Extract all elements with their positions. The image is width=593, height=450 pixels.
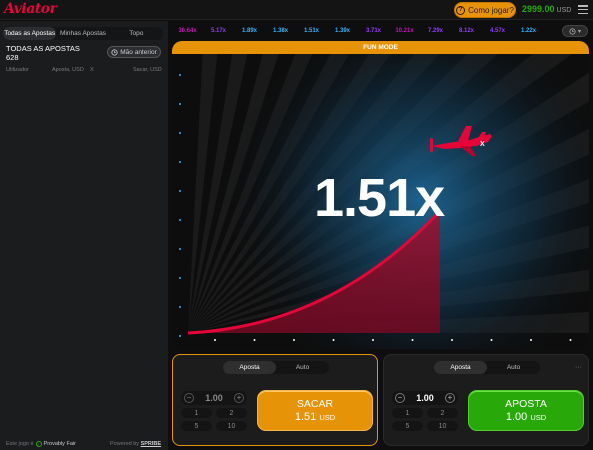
minus-icon[interactable]: − (395, 393, 405, 403)
balance: 2999.00 USD (522, 4, 571, 14)
history-chip[interactable]: 1.39x (327, 28, 358, 34)
tab-auto[interactable]: Auto (276, 361, 329, 374)
quick-bets: 1 2 5 10 (392, 408, 458, 431)
provably-fair-link[interactable]: Este jogo é ✓ Provably Fair (6, 441, 76, 447)
bet-amount: 1.00 (505, 410, 528, 423)
cashout-amount-line: 1.51 USD (295, 411, 335, 424)
aviator-logo[interactable]: Aviator (4, 1, 57, 17)
col-user: Utilizador (6, 67, 29, 73)
multiplier-history: 36.64x 5.17x 1.89x 1.38x 1.51x 1.39x 3.71x 10.2… (172, 23, 560, 38)
history-chip[interactable]: 4.57x (482, 28, 513, 34)
history-icon (569, 27, 576, 35)
tab-top[interactable]: Topo (110, 27, 163, 40)
col-x: X (90, 67, 94, 73)
bets-tabs: Todas as Apostas Minhas Apostas Topo (3, 27, 163, 40)
stake-stepper: − 1.00 + (181, 391, 247, 405)
cashout-button[interactable]: SACAR 1.51 USD (257, 390, 373, 431)
how-to-play-button[interactable]: ? Como jogar? (454, 2, 516, 18)
cashout-amount: 1.51 (294, 410, 317, 423)
tab-all-bets[interactable]: Todas as Apostas (3, 27, 57, 40)
powered-by-label: Powered by (110, 441, 140, 447)
top-bar: Aviator ? Como jogar? 2999.00 USD (0, 0, 593, 20)
history-toggle-button[interactable]: ▾ (562, 25, 588, 37)
history-chip[interactable]: 1.51x (296, 28, 327, 34)
history-chip[interactable]: 1.38x (265, 28, 296, 34)
balance-currency: USD (556, 7, 572, 14)
cashout-label: SACAR (296, 397, 334, 410)
quick-bet-10[interactable]: 10 (427, 421, 458, 431)
bet-label: APOSTA (505, 397, 547, 410)
game-is-label: Este jogo é (6, 441, 34, 447)
more-options-icon[interactable]: ··· (575, 364, 582, 371)
previous-hand-button[interactable]: Mão anterior (107, 46, 161, 58)
history-icon (111, 48, 118, 56)
tab-bet[interactable]: Aposta (223, 361, 276, 374)
tab-my-bets[interactable]: Minhas Apostas (56, 27, 109, 40)
quick-bets: 1 2 5 10 (181, 408, 247, 431)
history-chip[interactable]: 7.29x (420, 28, 451, 34)
history-chip[interactable]: 36.64x (172, 28, 203, 34)
svg-text:X: X (480, 141, 485, 148)
history-chip[interactable]: 3.71x (358, 28, 389, 34)
chevron-down-icon: ▾ (577, 28, 581, 35)
history-chip[interactable]: 10.21x (389, 28, 420, 34)
cashout-currency: USD (319, 412, 336, 422)
history-chip[interactable]: 1.89x (234, 28, 265, 34)
col-cashout: Sacar, USD (133, 67, 162, 73)
question-icon: ? (456, 5, 466, 15)
stake-stepper: − 1.00 + (392, 391, 458, 405)
current-multiplier: 1.51x (314, 168, 445, 228)
history-chip[interactable]: 1.22x (513, 28, 544, 34)
bet-panel-2: Aposta Auto ··· − 1.00 + 1 2 5 10 APOSTA… (383, 354, 589, 446)
minus-icon[interactable]: − (184, 393, 194, 403)
plus-icon[interactable]: + (445, 393, 455, 403)
all-bets-count: 628 (6, 53, 19, 62)
bet-currency: USD (530, 412, 547, 422)
stake-value[interactable]: 1.00 (406, 393, 444, 403)
plus-icon[interactable]: + (234, 393, 244, 403)
quick-bet-1[interactable]: 1 (181, 408, 212, 418)
quick-bet-10[interactable]: 10 (216, 421, 247, 431)
col-bet: Aposta, USD (52, 67, 84, 73)
spribe-logo: SPRIBE (140, 441, 162, 447)
bet-panel-1-tabs: Aposta Auto (223, 361, 329, 374)
quick-bet-2[interactable]: 2 (427, 408, 458, 418)
all-bets-header: TODAS AS APOSTAS 628 (6, 44, 80, 62)
quick-bet-5[interactable]: 5 (392, 421, 423, 431)
tab-auto[interactable]: Auto (487, 361, 540, 374)
how-to-play-label: Como jogar? (468, 5, 514, 15)
all-bets-title: TODAS AS APOSTAS (6, 44, 80, 53)
bets-sidebar: Todas as Apostas Minhas Apostas Topo TOD… (0, 21, 168, 450)
history-chip[interactable]: 5.17x (203, 28, 234, 34)
stake-value[interactable]: 1.00 (195, 393, 233, 403)
place-bet-button[interactable]: APOSTA 1.00 USD (468, 390, 584, 431)
hamburger-menu-icon[interactable] (578, 5, 588, 14)
history-chip[interactable]: 8.12x (451, 28, 482, 34)
fun-mode-banner: FUN MODE (172, 41, 589, 54)
bet-panel-2-tabs: Aposta Auto (434, 361, 540, 374)
powered-by[interactable]: Powered by SPRIBE (110, 441, 161, 447)
bet-amount-line: 1.00 USD (506, 411, 546, 424)
previous-hand-label: Mão anterior (120, 48, 157, 56)
bet-panel-1: Aposta Auto − 1.00 + 1 2 5 10 SACAR 1.51… (172, 354, 378, 446)
quick-bet-2[interactable]: 2 (216, 408, 247, 418)
shield-check-icon: ✓ (35, 441, 42, 447)
tab-bet[interactable]: Aposta (434, 361, 487, 374)
provably-fair-label: Provably Fair (43, 441, 76, 447)
balance-amount: 2999.00 (522, 4, 555, 14)
quick-bet-5[interactable]: 5 (181, 421, 212, 431)
quick-bet-1[interactable]: 1 (392, 408, 423, 418)
game-canvas: X FUN MODE 1.51x (172, 41, 589, 349)
sidebar-footer: Este jogo é ✓ Provably Fair Powered by S… (0, 439, 168, 450)
